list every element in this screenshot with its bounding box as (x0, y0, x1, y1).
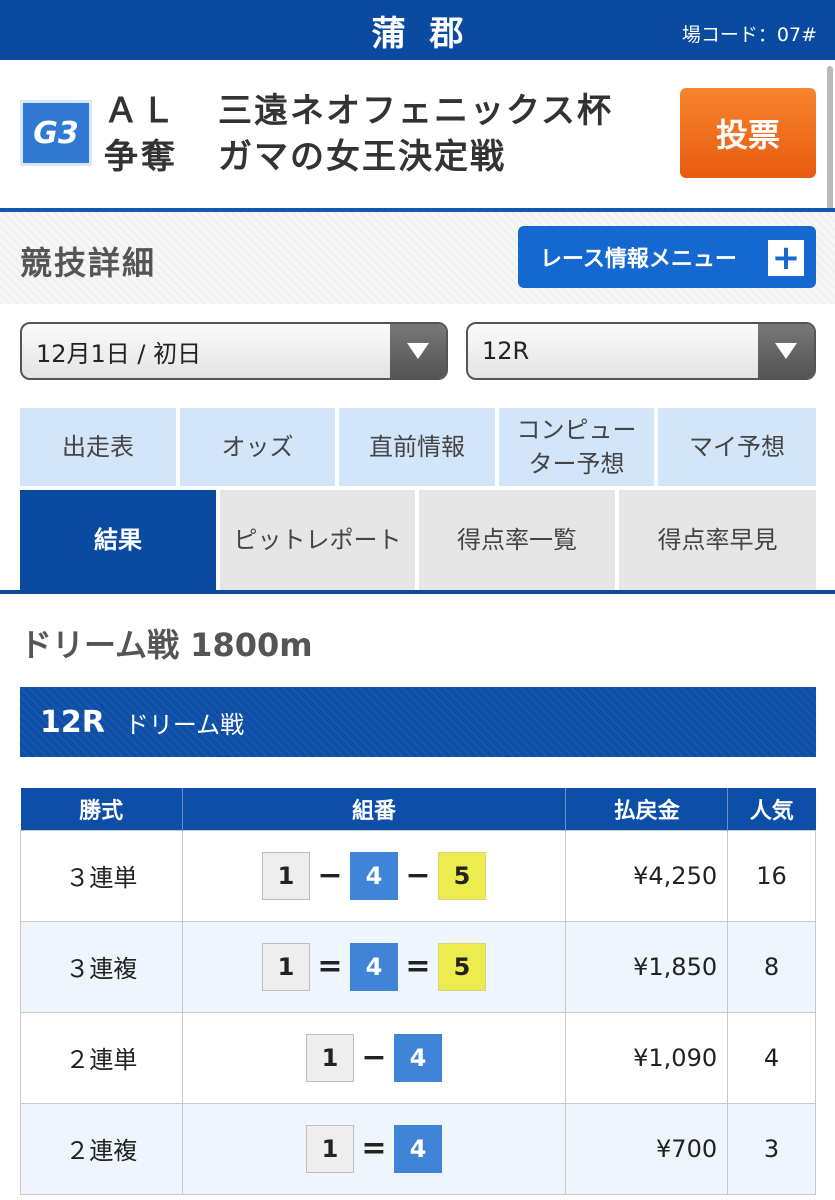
venue-code: 場コード：07# (681, 24, 817, 46)
payout: ¥4,250 (565, 829, 729, 922)
tab-odds[interactable]: オッズ (180, 408, 335, 486)
chevron-down-icon (758, 324, 814, 378)
tab-score-rate-list[interactable]: 得点率一覧 (419, 490, 615, 590)
tabs-divider (0, 590, 835, 594)
race-bar: 12R ドリーム戦 (20, 687, 816, 757)
separator: = (317, 949, 343, 984)
race-title-line2: ガマの女王決定戦 (218, 137, 506, 177)
race-select[interactable]: 12R (466, 322, 816, 380)
tab-results[interactable]: 結果 (20, 490, 216, 590)
boat-number: 4 (349, 942, 398, 991)
boat-number: 4 (349, 851, 398, 900)
day-select[interactable]: 12月1日 / 初日 (20, 322, 448, 380)
table-header-row: 勝式 組番 払戻金 人気 (20, 788, 816, 830)
top-bar: 蒲郡 場コード：07# (0, 0, 835, 60)
separator: = (405, 949, 431, 984)
separator: − (317, 858, 343, 893)
tab-pre-race-info[interactable]: 直前情報 (339, 408, 495, 486)
payout: ¥1,850 (565, 920, 729, 1013)
results-table: 勝式 組番 払戻金 人気 ３連単 1 − 4 − 5 ¥4,250 16 ３連複 (20, 788, 816, 1195)
table-row: ２連単 1 − 4 ¥1,090 4 (20, 1011, 816, 1104)
tab-my-prediction[interactable]: マイ予想 (658, 408, 816, 486)
tab-entries[interactable]: 出走表 (20, 408, 176, 486)
vote-button[interactable]: 投票 (680, 88, 816, 178)
tab-computer-prediction[interactable]: コンピューター予想 (499, 408, 654, 486)
col-bet-type: 勝式 (20, 788, 183, 830)
bet-type: ２連単 (20, 1011, 183, 1104)
boat-number: 1 (261, 942, 310, 991)
col-popularity: 人気 (727, 788, 816, 830)
boat-number: 1 (305, 1124, 354, 1173)
boat-number: 4 (393, 1033, 442, 1082)
boat-number: 5 (437, 851, 486, 900)
day-select-value: 12月1日 / 初日 (36, 339, 202, 368)
popularity: 8 (727, 920, 816, 1013)
separator: = (361, 1131, 387, 1166)
payout: ¥1,090 (565, 1011, 729, 1104)
race-title-prefix-line1: ＡＬ (104, 91, 178, 131)
combination: 1 = 4 = 5 (181, 920, 567, 1013)
combination: 1 − 4 − 5 (181, 829, 567, 922)
popularity: 4 (727, 1011, 816, 1104)
tab-score-rate-quick[interactable]: 得点率早見 (619, 490, 816, 590)
table-row: ３連単 1 − 4 − 5 ¥4,250 16 (20, 829, 816, 922)
plus-icon: + (768, 240, 804, 276)
boat-number: 1 (261, 851, 310, 900)
bet-type: ２連複 (20, 1102, 183, 1195)
table-row: ２連複 1 = 4 ¥700 3 (20, 1102, 816, 1195)
section-title: 競技詳細 (20, 244, 157, 282)
race-title-line1: 三遠ネオフェニックス杯 (218, 91, 613, 131)
race-name: ドリーム戦 (124, 710, 245, 739)
col-payout: 払戻金 (565, 788, 728, 830)
race-title-prefix: ＡＬ 争奪 (104, 88, 178, 180)
boat-number: 5 (437, 942, 486, 991)
popularity: 16 (727, 829, 816, 922)
race-select-value: 12R (482, 337, 530, 365)
table-row: ３連複 1 = 4 = 5 ¥1,850 8 (20, 920, 816, 1013)
race-header: G3 ＡＬ 争奪 三遠ネオフェニックス杯 ガマの女王決定戦 投票 (0, 60, 835, 208)
popularity: 3 (727, 1102, 816, 1195)
section-bar: 競技詳細 レース情報メニュー + (0, 212, 835, 304)
bet-type: ３連単 (20, 829, 183, 922)
bet-type: ３連複 (20, 920, 183, 1013)
separator: − (405, 858, 431, 893)
race-number: 12R (40, 704, 105, 740)
separator: − (361, 1040, 387, 1075)
race-title-prefix-line2: 争奪 (104, 137, 178, 177)
col-combination: 組番 (181, 788, 566, 830)
race-info-menu-label: レース情報メニュー (540, 247, 737, 272)
race-title: 三遠ネオフェニックス杯 ガマの女王決定戦 (218, 88, 613, 180)
chevron-down-icon (390, 324, 446, 378)
boat-number: 4 (393, 1124, 442, 1173)
boat-number: 1 (305, 1033, 354, 1082)
payout: ¥700 (565, 1102, 729, 1195)
grade-badge: G3 (20, 100, 92, 166)
tab-pit-report[interactable]: ピットレポート (220, 490, 415, 590)
combination: 1 = 4 (181, 1102, 567, 1195)
combination: 1 − 4 (181, 1011, 567, 1104)
race-distance-title: ドリーム戦 1800m (20, 626, 313, 664)
race-info-menu-button[interactable]: レース情報メニュー + (518, 226, 816, 288)
